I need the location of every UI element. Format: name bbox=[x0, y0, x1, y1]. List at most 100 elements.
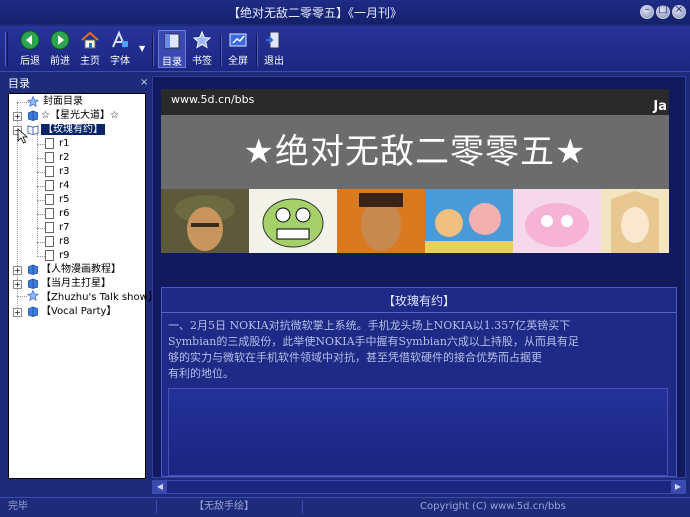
tree-item-r5[interactable]: r5 bbox=[59, 193, 69, 207]
sidebar-title: 目录 bbox=[8, 77, 30, 90]
expand-icon[interactable]: + bbox=[13, 266, 22, 275]
star-icon bbox=[27, 290, 39, 301]
minimize-icon: – bbox=[644, 4, 650, 15]
sidebar-close-icon[interactable]: × bbox=[140, 77, 148, 88]
page-icon bbox=[45, 236, 54, 247]
tree-line bbox=[37, 158, 45, 159]
banner-url: www.5d.cn/bbs bbox=[171, 93, 255, 106]
fullscreen-button[interactable]: 全屏 bbox=[224, 30, 252, 67]
page-icon bbox=[45, 138, 54, 149]
book-icon bbox=[28, 264, 38, 275]
exit-door-icon bbox=[266, 31, 280, 49]
tree-item-r6[interactable]: r6 bbox=[59, 207, 69, 221]
article-line: 够的实力与微软在手机软件领域中对抗，甚至凭借软硬件的接合优势而占据更 bbox=[168, 351, 542, 364]
page-icon bbox=[45, 208, 54, 219]
article-line: 一、2月5日 NOKIA对抗微软掌上系统。手机龙头场上NOKIA以1.357亿英… bbox=[168, 319, 571, 332]
minimize-button[interactable]: – bbox=[640, 4, 654, 19]
tree-line bbox=[37, 214, 45, 215]
toc-label: 目录 bbox=[162, 57, 182, 68]
home-button[interactable]: 主页 bbox=[76, 30, 104, 67]
tree-line bbox=[37, 144, 45, 145]
tree-item-r3[interactable]: r3 bbox=[59, 165, 69, 179]
fullscreen-label: 全屏 bbox=[228, 56, 248, 67]
tree-line bbox=[37, 256, 45, 257]
anime-girl-image bbox=[601, 189, 669, 253]
font-dropdown-icon[interactable]: ▼ bbox=[139, 44, 145, 53]
toolbar-grip[interactable] bbox=[5, 32, 8, 66]
exit-button[interactable]: 退出 bbox=[260, 30, 288, 67]
horizontal-scrollbar[interactable]: ◀ ▶ bbox=[152, 480, 686, 494]
status-bar: 完毕 【无敌手绘】 Copyright (C) www.5d.cn/bbs bbox=[0, 497, 690, 517]
toolbar-separator bbox=[220, 34, 222, 66]
banner-title: ★绝对无敌二零零五★ bbox=[243, 132, 587, 172]
maximize-icon: □ bbox=[658, 4, 668, 15]
fullscreen-icon bbox=[229, 33, 247, 47]
home-icon bbox=[81, 31, 99, 49]
exit-label: 退出 bbox=[264, 56, 284, 67]
tree-item-r1[interactable]: r1 bbox=[59, 137, 69, 151]
tree-item-zhuzhu-talk-show[interactable]: 【Zhuzhu's Talk show】 bbox=[41, 291, 158, 305]
tree-line bbox=[37, 172, 45, 173]
bookmark-button[interactable]: 书签 bbox=[188, 30, 216, 67]
book-icon bbox=[28, 278, 38, 289]
tree-item-r4[interactable]: r4 bbox=[59, 179, 69, 193]
article-divider bbox=[162, 312, 676, 313]
tree-item-rose-date[interactable]: 【玫瑰有约】 bbox=[41, 123, 105, 137]
back-button[interactable]: 后退 bbox=[16, 30, 44, 67]
pink-creature-image bbox=[513, 189, 601, 253]
tree-line bbox=[37, 200, 45, 201]
cartoon-face-image bbox=[249, 189, 337, 253]
scroll-left-icon[interactable]: ◀ bbox=[153, 481, 167, 493]
status-text: 完毕 bbox=[8, 501, 28, 512]
cartoon-group-image bbox=[425, 189, 513, 253]
status-divider bbox=[156, 500, 157, 514]
expand-icon[interactable]: + bbox=[13, 280, 22, 289]
status-copyright: Copyright (C) www.5d.cn/bbs bbox=[420, 501, 566, 512]
expand-icon[interactable]: + bbox=[13, 308, 22, 317]
status-section: 【无敌手绘】 bbox=[194, 501, 254, 512]
toolbar: 后退 前进 主页 字体 ▼ 目录 书签 全屏 退出 bbox=[0, 26, 690, 72]
article-line: Symbian的三成股份，此举使NOKIA手中握有Symbian六成以上持股，从… bbox=[168, 335, 579, 348]
home-label: 主页 bbox=[80, 56, 100, 67]
tree-item-r2[interactable]: r2 bbox=[59, 151, 69, 165]
font-icon bbox=[112, 30, 128, 48]
tree-item-vocal-party[interactable]: 【Vocal Party】 bbox=[41, 305, 116, 319]
toc-tree[interactable]: 封面目录 + ☆【星光大道】☆ − 【玫瑰有约】 r1 r2 r3 r4 r5 … bbox=[8, 93, 158, 479]
tree-item-star-of-month[interactable]: 【当月主打星】 bbox=[41, 277, 111, 291]
tree-line bbox=[37, 134, 38, 254]
maximize-button[interactable]: □ bbox=[656, 4, 670, 19]
banner: www.5d.cn/bbs Ja ★绝对无敌二零零五★ bbox=[161, 89, 669, 253]
expand-icon[interactable]: + bbox=[13, 112, 22, 121]
page-icon bbox=[45, 180, 54, 191]
font-button[interactable]: 字体 bbox=[106, 30, 134, 67]
toolbar-separator bbox=[256, 34, 258, 66]
tree-line bbox=[37, 242, 45, 243]
close-icon: × bbox=[674, 4, 684, 15]
scroll-right-icon[interactable]: ▶ bbox=[671, 481, 685, 493]
tree-item-r9[interactable]: r9 bbox=[59, 249, 69, 263]
tree-item-star-avenue[interactable]: ☆【星光大道】☆ bbox=[41, 109, 119, 123]
toc-button[interactable]: 目录 bbox=[158, 30, 186, 68]
forward-label: 前进 bbox=[50, 56, 70, 67]
soldier-character-image bbox=[161, 189, 249, 253]
window-title: 【绝对无敌二零零五】《一月刊》 bbox=[227, 6, 402, 20]
page-icon bbox=[45, 222, 54, 233]
tree-item-cover[interactable]: 封面目录 bbox=[43, 95, 83, 109]
tree-item-manga-tutorial[interactable]: 【人物漫画教程】 bbox=[41, 263, 121, 277]
font-label: 字体 bbox=[110, 56, 130, 67]
sidebar-header: 目录 × bbox=[6, 75, 148, 93]
tree-item-r8[interactable]: r8 bbox=[59, 235, 69, 249]
back-arrow-icon bbox=[20, 30, 40, 50]
bookmark-label: 书签 bbox=[192, 56, 212, 67]
status-divider bbox=[302, 500, 303, 514]
article-body: 一、2月5日 NOKIA对抗微软掌上系统。手机龙头场上NOKIA以1.357亿英… bbox=[168, 318, 672, 382]
tree-line bbox=[17, 296, 27, 297]
forward-button[interactable]: 前进 bbox=[46, 30, 74, 67]
banner-title-area: ★绝对无敌二零零五★ bbox=[161, 115, 669, 189]
article-panel: 【玫瑰有约】 一、2月5日 NOKIA对抗微软掌上系统。手机龙头场上NOKIA以… bbox=[161, 287, 677, 477]
article-line: 有利的地位。 bbox=[168, 367, 234, 380]
article-frame bbox=[168, 388, 668, 476]
tree-item-r7[interactable]: r7 bbox=[59, 221, 69, 235]
close-button[interactable]: × bbox=[672, 4, 686, 19]
content-pane[interactable]: www.5d.cn/bbs Ja ★绝对无敌二零零五★ 【玫瑰有约】 一、2月5… bbox=[152, 76, 686, 478]
